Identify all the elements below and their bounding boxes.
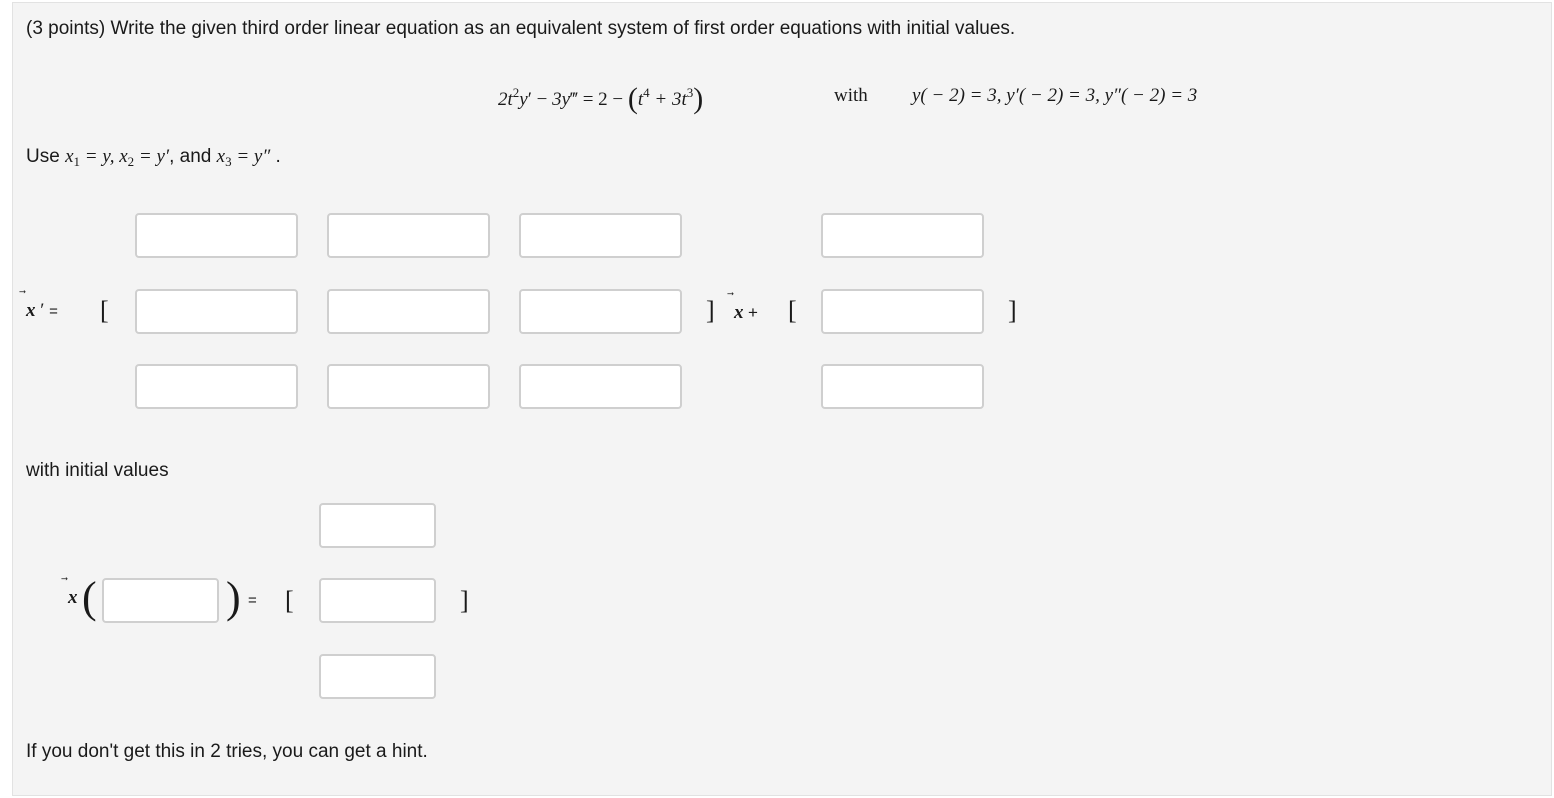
x-vector-symbol: ⃗x <box>26 300 36 321</box>
initial-paren-open: ( <box>82 573 97 622</box>
initial-paren-close: ) <box>226 573 241 622</box>
initial-x2-input[interactable] <box>319 578 436 623</box>
system-lhs: ⃗x ′ = <box>26 300 58 321</box>
forcing-f3-input[interactable] <box>821 364 984 409</box>
initial-x1-input[interactable] <box>319 503 436 548</box>
initial-open-bracket: [ <box>285 586 294 615</box>
initial-x-vector: ⃗x <box>68 587 78 608</box>
matrix-open-bracket: [ <box>100 296 109 325</box>
matrix-a23-input[interactable] <box>519 289 682 334</box>
matrix-a21-input[interactable] <box>135 289 298 334</box>
matrix-a22-input[interactable] <box>327 289 490 334</box>
matrix-a31-input[interactable] <box>135 364 298 409</box>
matrix-a33-input[interactable] <box>519 364 682 409</box>
forcing-open-bracket: [ <box>788 296 797 325</box>
initial-close-bracket: ] <box>460 586 469 615</box>
matrix-a11-input[interactable] <box>135 213 298 258</box>
initial-equals: = <box>248 592 257 609</box>
initial-conditions: y( − 2) = 3, y′( − 2) = 3, y″( − 2) = 3 <box>912 85 1198 106</box>
matrix-close-bracket: ] <box>706 296 715 325</box>
forcing-f2-input[interactable] <box>821 289 984 334</box>
matrix-a12-input[interactable] <box>327 213 490 258</box>
forcing-f1-input[interactable] <box>821 213 984 258</box>
initial-x3-input[interactable] <box>319 654 436 699</box>
matrix-a13-input[interactable] <box>519 213 682 258</box>
substitution-instruction: Use x1 = y, x2 = y′, and x3 = y″ . <box>26 146 281 169</box>
times-x-vector: ⃗x + <box>734 302 758 323</box>
matrix-a32-input[interactable] <box>327 364 490 409</box>
with-label: with <box>834 85 868 106</box>
hint-text: If you don't get this in 2 tries, you ca… <box>26 741 428 762</box>
given-equation: 2t2y′ − 3y‴ = 2 − (t4 + 3t3) <box>498 82 704 115</box>
forcing-close-bracket: ] <box>1008 296 1017 325</box>
initial-time-input[interactable] <box>102 578 219 623</box>
initial-values-label: with initial values <box>26 460 169 481</box>
problem-prompt: (3 points) Write the given third order l… <box>26 18 1016 39</box>
